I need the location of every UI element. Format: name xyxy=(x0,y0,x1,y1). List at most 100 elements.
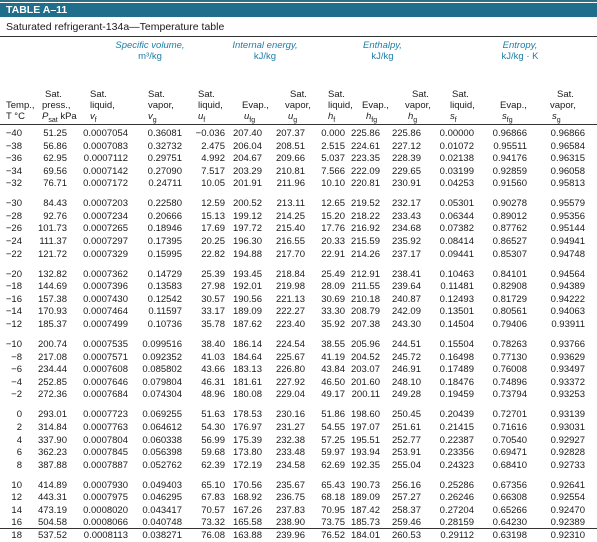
cell-hg: 233.43 xyxy=(391,210,421,222)
cell-press: 314.84 xyxy=(37,421,67,433)
cell-sg: 0.92310 xyxy=(550,529,585,541)
cell-vg: 0.11597 xyxy=(148,306,182,318)
col-vf-line1: Sat. xyxy=(90,89,107,100)
cell-vf: 0.0007112 xyxy=(83,153,128,165)
cell-sfg: 0.95511 xyxy=(493,140,527,152)
cell-uf: 41.03 xyxy=(201,351,225,363)
cell-ufg: 192.01 xyxy=(232,281,262,293)
cell-uf: 46.31 xyxy=(201,376,225,388)
cell-sg: 0.94389 xyxy=(550,281,585,293)
cell-uf: 59.68 xyxy=(201,447,225,459)
cell-press: 185.37 xyxy=(37,318,67,330)
bottom-rule xyxy=(0,528,597,529)
table-label: TABLE A–11 xyxy=(0,3,597,17)
cell-sfg: 0.73794 xyxy=(492,389,527,401)
cell-hfg: 193.94 xyxy=(350,447,380,459)
cell-hfg: 211.55 xyxy=(351,281,380,293)
col-uf-line3: uf xyxy=(198,111,206,124)
cell-hfg: 198.60 xyxy=(350,409,380,421)
cell-hfg: 201.60 xyxy=(350,376,380,388)
cell-sf: 0.05301 xyxy=(439,198,474,210)
cell-temp: −4 xyxy=(11,376,22,388)
cell-sf: 0.22387 xyxy=(439,434,474,446)
cell-press: 69.56 xyxy=(43,165,67,177)
cell-temp: 4 xyxy=(16,434,22,446)
cell-uf: 70.57 xyxy=(201,504,225,516)
col-sf-line2: liquid, xyxy=(450,100,475,111)
col-temp-line3: T °C xyxy=(6,111,25,122)
cell-temp: 0 xyxy=(16,409,22,421)
cell-hfg: 197.07 xyxy=(350,421,380,433)
cell-press: 92.76 xyxy=(43,210,67,222)
cell-vf: 0.0007083 xyxy=(83,140,128,152)
header-entropy: Entropy, xyxy=(502,40,538,51)
cell-hfg: 225.86 xyxy=(350,128,380,139)
cell-ufg: 194.88 xyxy=(232,248,262,260)
cell-ufg: 163.88 xyxy=(232,529,262,541)
cell-vg: 0.14729 xyxy=(147,268,182,280)
cell-hfg: 218.22 xyxy=(350,210,380,222)
cell-sf: 0.01072 xyxy=(439,140,474,152)
cell-uf: 20.25 xyxy=(201,236,225,247)
cell-hfg: 214.26 xyxy=(350,248,380,260)
cell-hfg: 195.51 xyxy=(350,434,380,446)
cell-ufg: 170.56 xyxy=(232,479,262,491)
cell-uf: 27.98 xyxy=(201,281,225,293)
cell-ug: 232.38 xyxy=(275,434,305,446)
cell-ufg: 203.29 xyxy=(232,165,262,177)
col-uf-line1: Sat. xyxy=(198,89,215,100)
cell-hfg: 215.59 xyxy=(350,236,380,247)
col-sg-line3: sg xyxy=(552,111,561,124)
cell-temp: −40 xyxy=(5,128,22,139)
cell-vg: 0.092352 xyxy=(142,351,182,363)
cell-temp: −16 xyxy=(5,293,22,305)
cell-hf: 46.50 xyxy=(321,376,345,388)
cell-sf: 0.23356 xyxy=(439,447,474,459)
cell-sg: 0.92554 xyxy=(550,492,585,504)
cell-uf: 25.39 xyxy=(201,268,225,280)
cell-hg: 249.28 xyxy=(391,389,421,401)
cell-hg: 252.77 xyxy=(391,434,421,446)
col-ug-line2: vapor, xyxy=(285,100,311,111)
cell-vg: 0.038271 xyxy=(142,529,182,541)
cell-hg: 235.92 xyxy=(391,236,421,247)
cell-sfg: 0.90278 xyxy=(492,198,527,210)
cell-sf: 0.09441 xyxy=(439,248,474,260)
cell-ufg: 196.30 xyxy=(232,236,262,247)
cell-hf: 5.037 xyxy=(321,153,345,165)
cell-ug: 219.98 xyxy=(275,281,305,293)
cell-sg: 0.96866 xyxy=(550,128,585,139)
cell-sfg: 0.84101 xyxy=(492,268,527,280)
cell-vf: 0.0007396 xyxy=(83,281,128,293)
table-row: −20 132.82 0.0007362 0.14729 25.39 193.45 218.… xyxy=(0,269,597,282)
table-row: 0 293.01 0.0007723 0.069255 51.63 178.53 230.1… xyxy=(0,409,597,422)
cell-vg: 0.052762 xyxy=(142,459,182,471)
cell-uf: 2.475 xyxy=(201,140,225,152)
header-enthalpy: Enthalpy, xyxy=(363,40,402,51)
cell-sg: 0.93629 xyxy=(550,351,585,363)
cell-hg: 227.12 xyxy=(391,140,421,152)
header-internal-energy-units: kJ/kg xyxy=(253,51,277,62)
cell-sfg: 0.82908 xyxy=(492,281,527,293)
cell-sfg: 0.86527 xyxy=(492,236,527,247)
cell-hfg: 184.01 xyxy=(350,529,380,541)
col-vf-line3: vf xyxy=(90,111,97,124)
cell-press: 443.31 xyxy=(37,492,67,504)
cell-hfg: 223.35 xyxy=(350,153,380,165)
cell-vf: 0.0007265 xyxy=(83,223,128,235)
cell-hf: 38.55 xyxy=(321,339,345,351)
cell-sf: 0.12493 xyxy=(439,293,474,305)
cell-hfg: 220.81 xyxy=(350,178,380,190)
col-sfg-line2: Evap., xyxy=(500,100,527,111)
cell-vg: 0.20666 xyxy=(147,210,182,222)
cell-press: 537.52 xyxy=(37,529,67,541)
table-row: −12 185.37 0.0007499 0.10736 35.78 187.62 223.… xyxy=(0,319,597,332)
col-vf-line2: liquid, xyxy=(90,100,115,111)
cell-hfg: 200.11 xyxy=(351,389,380,401)
cell-sfg: 0.67356 xyxy=(492,479,527,491)
cell-vg: 0.064612 xyxy=(142,421,182,433)
cell-vf: 0.0007571 xyxy=(83,351,128,363)
cell-sf: 0.16498 xyxy=(439,351,474,363)
cell-sfg: 0.96866 xyxy=(492,128,527,139)
cell-hfg: 216.92 xyxy=(350,223,380,235)
